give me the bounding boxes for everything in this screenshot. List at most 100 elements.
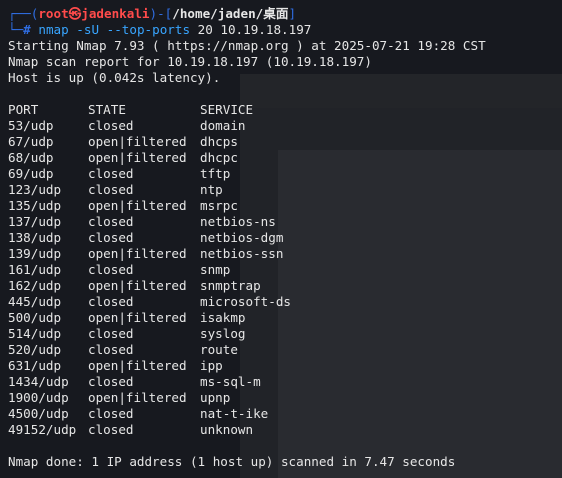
- port-cell: 162/udp: [8, 278, 62, 293]
- service-cell: domain: [200, 118, 246, 133]
- service-cell: ms-sql-m: [200, 374, 261, 389]
- port-cell: 123/udp: [8, 182, 62, 197]
- service-cell: netbios-ssn: [200, 246, 284, 261]
- port-cell: 500/udp: [8, 310, 62, 325]
- service-cell: msrpc: [200, 198, 238, 213]
- port-cell: 53/udp: [8, 118, 54, 133]
- table-row: 53/udp closed domain: [8, 118, 562, 134]
- prompt-symbol: #: [23, 22, 31, 37]
- table-row: 162/udp open|filtered snmptrap: [8, 278, 562, 294]
- table-row: 1900/udp open|filtered upnp: [8, 390, 562, 406]
- state-cell: closed: [88, 406, 134, 421]
- port-cell: 138/udp: [8, 230, 62, 245]
- state-cell: closed: [88, 422, 134, 437]
- prompt-user-host: root㉿jadenkali: [38, 6, 150, 21]
- state-cell: open|filtered: [88, 310, 187, 325]
- prompt-frame: )-[: [149, 6, 173, 21]
- port-cell: 1434/udp: [8, 374, 69, 389]
- state-cell: closed: [88, 182, 134, 197]
- port-cell: 69/udp: [8, 166, 54, 181]
- service-cell: ntp: [200, 182, 223, 197]
- table-row: 520/udp closed route: [8, 342, 562, 358]
- port-cell: 49152/udp: [8, 422, 77, 437]
- table-row: 49152/udp closed unknown: [8, 422, 562, 438]
- table-row: 1434/udp closed ms-sql-m: [8, 374, 562, 390]
- port-cell: 631/udp: [8, 358, 62, 373]
- service-cell: syslog: [200, 326, 246, 341]
- state-cell: open|filtered: [88, 198, 187, 213]
- port-cell: 67/udp: [8, 134, 54, 149]
- table-row: 123/udp closed ntp: [8, 182, 562, 198]
- state-cell: open|filtered: [88, 134, 187, 149]
- service-cell: isakmp: [200, 310, 246, 325]
- table-row: 67/udp open|filtered dhcps: [8, 134, 562, 150]
- table-row: 161/udp closed snmp: [8, 262, 562, 278]
- port-cell: 161/udp: [8, 262, 62, 277]
- table-row: 500/udp open|filtered isakmp: [8, 310, 562, 326]
- port-cell: 1900/udp: [8, 390, 69, 405]
- service-cell: ipp: [200, 358, 223, 373]
- state-cell: closed: [88, 326, 134, 341]
- done-line: Nmap done: 1 IP address (1 host up) scan…: [8, 454, 456, 469]
- table-row: 68/udp open|filtered dhcpc: [8, 150, 562, 166]
- start-line: Starting Nmap 7.93 ( https://nmap.org ) …: [8, 38, 486, 53]
- port-cell: 137/udp: [8, 214, 62, 229]
- port-cell: 514/udp: [8, 326, 62, 341]
- service-cell: tftp: [200, 166, 231, 181]
- table-row: 69/udp closed tftp: [8, 166, 562, 182]
- header-service: SERVICE: [200, 102, 254, 117]
- prompt-frame: ┌──(: [8, 6, 39, 21]
- state-cell: closed: [88, 230, 134, 245]
- command-flags: -sU --top-ports: [76, 22, 191, 37]
- state-cell: closed: [88, 118, 134, 133]
- service-cell: microsoft-ds: [200, 294, 291, 309]
- header-state: STATE: [88, 102, 126, 117]
- prompt-line-top: ┌──(root㉿jadenkali)-[/home/jaden/桌面]: [8, 6, 562, 22]
- table-header: PORT STATE SERVICE: [8, 102, 562, 118]
- state-cell: closed: [88, 214, 134, 229]
- state-cell: open|filtered: [88, 246, 187, 261]
- table-row: 138/udp closed netbios-dgm: [8, 230, 562, 246]
- service-cell: netbios-ns: [200, 214, 276, 229]
- table-row: 137/udp closed netbios-ns: [8, 214, 562, 230]
- state-cell: open|filtered: [88, 150, 187, 165]
- service-cell: upnp: [200, 390, 231, 405]
- service-cell: unknown: [200, 422, 254, 437]
- table-row: 4500/udp closed nat-t-ike: [8, 406, 562, 422]
- state-cell: closed: [88, 294, 134, 309]
- command-name: nmap: [38, 22, 69, 37]
- port-cell: 68/udp: [8, 150, 54, 165]
- command-args: 20 10.19.18.197: [197, 22, 312, 37]
- state-cell: open|filtered: [88, 358, 187, 373]
- state-cell: closed: [88, 166, 134, 181]
- port-cell: 135/udp: [8, 198, 62, 213]
- service-cell: snmp: [200, 262, 231, 277]
- terminal-output[interactable]: ┌──(root㉿jadenkali)-[/home/jaden/桌面] └─#…: [0, 0, 562, 478]
- report-line: Nmap scan report for 10.19.18.197 (10.19…: [8, 54, 372, 69]
- service-cell: route: [200, 342, 238, 357]
- state-cell: closed: [88, 262, 134, 277]
- port-cell: 139/udp: [8, 246, 62, 261]
- table-row: 139/udp open|filtered netbios-ssn: [8, 246, 562, 262]
- port-cell: 4500/udp: [8, 406, 69, 421]
- state-cell: closed: [88, 374, 134, 389]
- table-row: 445/udp closed microsoft-ds: [8, 294, 562, 310]
- port-cell: 520/udp: [8, 342, 62, 357]
- prompt-frame: └─: [8, 22, 24, 37]
- state-cell: open|filtered: [88, 278, 187, 293]
- prompt-cwd: /home/jaden/桌面: [172, 6, 289, 21]
- service-cell: nat-t-ike: [200, 406, 269, 421]
- service-cell: dhcps: [200, 134, 238, 149]
- service-cell: dhcpc: [200, 150, 238, 165]
- service-cell: snmptrap: [200, 278, 261, 293]
- state-cell: open|filtered: [88, 390, 187, 405]
- prompt-frame: ]: [288, 6, 297, 21]
- state-cell: closed: [88, 342, 134, 357]
- table-row: 135/udp open|filtered msrpc: [8, 198, 562, 214]
- host-line: Host is up (0.042s latency).: [8, 70, 221, 85]
- port-table: 53/udp closed domain 67/udp open|filtered dhc…: [8, 118, 562, 438]
- command-line: └─# nmap -sU --top-ports 20 10.19.18.197: [8, 22, 562, 38]
- service-cell: netbios-dgm: [200, 230, 284, 245]
